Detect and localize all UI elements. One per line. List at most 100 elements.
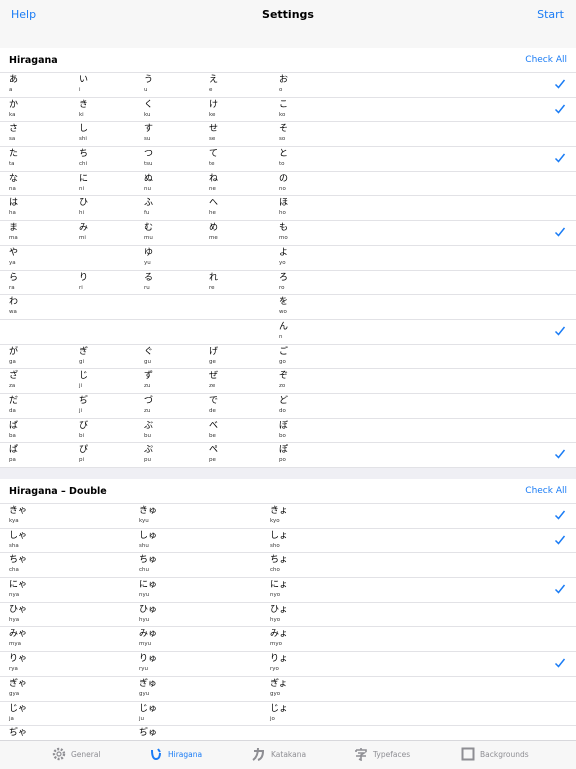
- kana-row[interactable]: が ga ぎ gi ぐ gu げ ge ご go: [0, 345, 576, 370]
- kana-cell: ぎゅ gyu: [139, 679, 157, 698]
- kana-cell: きゃ kya: [9, 507, 27, 525]
- tab-backgrounds[interactable]: Backgrounds: [461, 747, 529, 761]
- kana-row[interactable]: ま ma み mi む mu め me も mo: [0, 221, 576, 246]
- kana-row[interactable]: さ sa し shi す su せ se そ so: [0, 122, 576, 148]
- romaji-label: no: [279, 185, 286, 192]
- kana-character: じゅ: [139, 703, 158, 714]
- romaji-label: gu: [144, 358, 151, 365]
- kana-character: ぢゅ: [139, 728, 158, 739]
- kana-character: りゃ: [9, 654, 28, 665]
- kana-row[interactable]: ぢゃ ぢゅ: [0, 726, 576, 740]
- romaji-label: ze: [209, 383, 216, 390]
- kana-cell: りゃ rya: [9, 655, 27, 673]
- kana-cell: が ga: [9, 347, 18, 366]
- kana-row[interactable]: だ da ぢ ji づ zu で de ど do: [0, 394, 576, 419]
- kana-character: は: [9, 198, 19, 209]
- kana-character: あ: [9, 75, 19, 85]
- kana-cell: うu: [144, 76, 153, 94]
- kana-character: ひょ: [270, 604, 289, 615]
- kana-cell: づ zu: [144, 396, 153, 415]
- kana-cell: り ri: [79, 273, 88, 292]
- kana-character: じょ: [270, 703, 289, 714]
- kana-row[interactable]: わ wa を wo: [0, 295, 576, 320]
- kana-cell: べ be: [209, 421, 218, 440]
- kana-row[interactable]: ざ za じ ji ず zu ぜ ze ぞ zo: [0, 369, 576, 394]
- kana-character: にゃ: [9, 580, 28, 591]
- kana-row[interactable]: ぱ pa ぴ pi ぷ pu ぺ pe ぽ po: [0, 443, 576, 468]
- kana-character: た: [9, 149, 19, 160]
- kana-row[interactable]: あa いi うu えe おo: [0, 73, 576, 98]
- kana-character: しゅ: [139, 530, 158, 541]
- romaji-label: te: [209, 161, 215, 168]
- kana-cell: へ he: [209, 199, 218, 217]
- kana-cell: ぱ pa: [9, 446, 18, 464]
- romaji-label: na: [9, 185, 16, 192]
- romaji-label: ho: [279, 210, 286, 217]
- kana-character: よ: [279, 247, 289, 258]
- tab-label: Backgrounds: [480, 749, 529, 759]
- kana-row[interactable]: ら ra り ri る ru れ re ろ ro: [0, 271, 576, 296]
- kana-character: しょ: [270, 530, 289, 541]
- romaji-label: su: [144, 136, 151, 143]
- romaji-label: ru: [144, 284, 150, 291]
- romaji-label: da: [9, 407, 16, 414]
- check-all-button[interactable]: Check All: [525, 486, 567, 496]
- kana-cell: じゃ ja: [9, 703, 28, 723]
- checkmark-icon: [554, 584, 566, 594]
- kana-character: ぢゃ: [9, 728, 28, 739]
- romaji-label: ha: [9, 210, 16, 217]
- kana-character: な: [9, 173, 19, 184]
- kana-character: ご: [279, 346, 289, 357]
- hiragana-section: Hiragana Check All あ a い i う u え e お o か ka き ki く ku け k…: [0, 48, 576, 468]
- tab-hiragana[interactable]: Hiragana: [149, 747, 202, 761]
- romaji-label: de: [209, 407, 216, 414]
- kana-cell: じ ji: [79, 372, 88, 390]
- romaji-label: ke: [209, 111, 216, 118]
- kana-row[interactable]: にゃ nya にゅ nyu にょ nyo: [0, 578, 576, 603]
- kana-cell: げ ge: [209, 347, 218, 366]
- kana-cell: み mi: [79, 224, 88, 242]
- kana-cell: て te: [209, 150, 218, 168]
- kana-row[interactable]: ぎゃ gya ぎゅ gyu ぎょ gyo: [0, 677, 576, 702]
- kana-cell: に ni: [79, 174, 88, 193]
- kana-row[interactable]: りゃ rya りゅ ryu りょ ryo: [0, 652, 576, 677]
- checkmark-icon: [554, 658, 566, 668]
- romaji-label: po: [279, 457, 286, 464]
- kana-row[interactable]: ちゃ cha ちゅ chu ちょ cho: [0, 553, 576, 579]
- romaji-label: bu: [144, 432, 151, 439]
- kana-row[interactable]: んn: [0, 320, 576, 345]
- kana-cell: ちょ cho: [270, 556, 288, 574]
- kana-cell: ひゅ hyu: [139, 605, 157, 624]
- kana-cell: せ se: [209, 125, 218, 143]
- kana-row[interactable]: か ka き ki く ku け ke こ ko: [0, 98, 576, 123]
- kana-row[interactable]: じゃ ja じゅ ju じょ jo: [0, 702, 576, 727]
- kana-character: ぎゃ: [9, 678, 27, 689]
- kana-row[interactable]: ば ba び bi ぶ bu べ be ぼ bo: [0, 419, 576, 444]
- kana-row[interactable]: みゃ mya みゅ myu みょ myo: [0, 627, 576, 653]
- romaji-label: cho: [270, 567, 280, 574]
- tab-bar: General Hiragana Katakana Typefaces Back…: [0, 740, 576, 769]
- romaji-label: kya: [9, 518, 19, 524]
- tab-katakana[interactable]: Katakana: [252, 747, 306, 761]
- kana-row[interactable]: ひゃ hya ひゅ hyu ひょ hyo: [0, 603, 576, 628]
- kana-row[interactable]: は ha ひ hi ふ fu へ he ほ ho: [0, 196, 576, 222]
- checkmark-icon: [554, 79, 566, 89]
- tab-general[interactable]: General: [52, 747, 101, 761]
- kana-row[interactable]: た ta ち chi つ tsu て te と to: [0, 147, 576, 172]
- kana-row[interactable]: きゃ kya きゅ kyu きょ kyo: [0, 504, 576, 529]
- kana-row[interactable]: や ya ゆ yu よ yo: [0, 246, 576, 271]
- tab-typefaces[interactable]: Typefaces: [354, 747, 410, 761]
- romaji-label: mu: [144, 235, 153, 242]
- settings-list[interactable]: Hiragana Check All あ a い i う u え e お o か ka き ki く ku け k…: [0, 48, 576, 740]
- kana-character: りょ: [270, 654, 289, 665]
- kana-character: じゃ: [9, 703, 28, 714]
- romaji-label: ne: [209, 185, 216, 192]
- check-all-button[interactable]: Check All: [525, 55, 567, 65]
- romaji-label: he: [209, 210, 216, 217]
- hiragana-section-header: Hiragana Check All: [0, 48, 576, 73]
- kana-character: ぺ: [209, 445, 219, 456]
- kana-row[interactable]: しゃ sha しゅ shu しょ sho: [0, 529, 576, 554]
- start-button[interactable]: Start: [537, 8, 564, 21]
- romaji-label: tsu: [144, 161, 153, 168]
- kana-row[interactable]: な na に ni ぬ nu ね ne の no: [0, 172, 576, 197]
